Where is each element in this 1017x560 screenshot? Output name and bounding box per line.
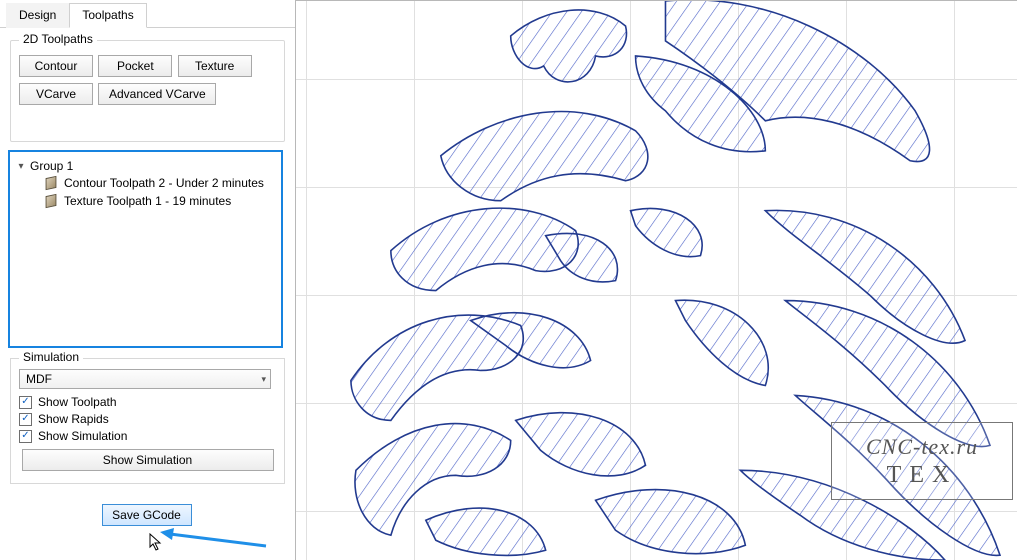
- save-gcode-button[interactable]: Save GCode: [102, 504, 192, 526]
- cursor-icon: [149, 533, 163, 553]
- checkbox-icon: ✓: [19, 396, 32, 409]
- show-simulation-checkbox[interactable]: ✓ Show Simulation: [19, 429, 276, 443]
- tree-group-label: Group 1: [30, 159, 73, 173]
- group-title: Simulation: [19, 350, 83, 364]
- tab-toolpaths[interactable]: Toolpaths: [69, 3, 146, 28]
- group-title: 2D Toolpaths: [19, 32, 97, 46]
- tab-design[interactable]: Design: [6, 3, 69, 28]
- panel-tabs: Design Toolpaths: [0, 2, 295, 28]
- checkbox-label: Show Simulation: [38, 429, 127, 443]
- design-canvas[interactable]: CNC-tex.ru TEX: [295, 0, 1017, 560]
- vcarve-button[interactable]: VCarve: [19, 83, 93, 105]
- advanced-vcarve-button[interactable]: Advanced VCarve: [98, 83, 216, 105]
- material-value: MDF: [26, 372, 52, 386]
- texture-button[interactable]: Texture: [178, 55, 252, 77]
- contour-button[interactable]: Contour: [19, 55, 93, 77]
- toolpath-icon: [44, 176, 58, 190]
- checkbox-icon: ✓: [19, 413, 32, 426]
- tree-item[interactable]: Texture Toolpath 1 - 19 minutes: [14, 192, 277, 210]
- pocket-button[interactable]: Pocket: [98, 55, 172, 77]
- watermark: CNC-tex.ru TEX: [831, 422, 1013, 500]
- show-simulation-button[interactable]: Show Simulation: [22, 449, 274, 471]
- watermark-line1: CNC-tex.ru: [832, 434, 1012, 460]
- checkbox-label: Show Rapids: [38, 412, 109, 426]
- toolpath-tree[interactable]: ▾ Group 1 Contour Toolpath 2 - Under 2 m…: [8, 150, 283, 348]
- annotation-arrow: [158, 528, 268, 552]
- chevron-down-icon[interactable]: ▾: [16, 161, 26, 172]
- tree-item-label: Contour Toolpath 2 - Under 2 minutes: [64, 176, 264, 190]
- watermark-line2: TEX: [832, 462, 1012, 489]
- show-rapids-checkbox[interactable]: ✓ Show Rapids: [19, 412, 276, 426]
- tree-item[interactable]: Contour Toolpath 2 - Under 2 minutes: [14, 174, 277, 192]
- show-toolpath-checkbox[interactable]: ✓ Show Toolpath: [19, 395, 276, 409]
- toolpath-icon: [44, 194, 58, 208]
- group-2d-toolpaths: 2D Toolpaths Contour Pocket Texture VCar…: [10, 40, 285, 142]
- checkbox-icon: ✓: [19, 430, 32, 443]
- material-select[interactable]: MDF ▾: [19, 369, 271, 389]
- tree-item-label: Texture Toolpath 1 - 19 minutes: [64, 194, 231, 208]
- left-panel: Design Toolpaths 2D Toolpaths Contour Po…: [0, 0, 295, 560]
- chevron-down-icon: ▾: [261, 374, 266, 385]
- tree-group[interactable]: ▾ Group 1: [14, 158, 277, 174]
- group-simulation: Simulation MDF ▾ ✓ Show Toolpath ✓ Show …: [10, 358, 285, 484]
- checkbox-label: Show Toolpath: [38, 395, 117, 409]
